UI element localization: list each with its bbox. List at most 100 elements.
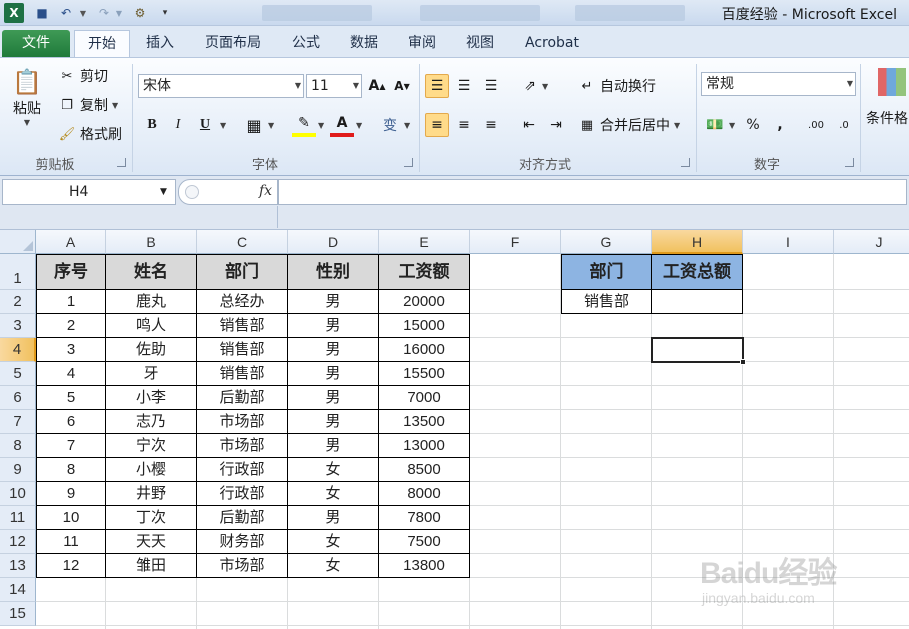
table-cell[interactable]: 鸣人 xyxy=(106,314,197,338)
table-cell[interactable]: 小李 xyxy=(106,386,197,410)
align-right-icon[interactable]: ≡ xyxy=(479,113,503,137)
table-cell[interactable]: 销售部 xyxy=(197,338,288,362)
borders-icon[interactable]: ▦ xyxy=(242,113,266,137)
increase-indent-icon[interactable]: ⇥ xyxy=(544,113,568,137)
table-header-cell[interactable]: 姓名 xyxy=(106,254,197,290)
insert-function-button[interactable]: fx xyxy=(259,183,272,199)
row-header-3[interactable]: 3 xyxy=(0,314,36,338)
table-cell[interactable]: 6 xyxy=(36,410,106,434)
table-cell[interactable]: 4 xyxy=(36,362,106,386)
worksheet-grid[interactable]: ABCDEFGHIJ 1 2 3 4 5 6 7 8 9 10 11 12 13 14 15 序号 姓名 部门性… xyxy=(0,230,909,629)
tab-page-layout[interactable]: 页面布局 xyxy=(196,30,270,57)
row-header-12[interactable]: 12 xyxy=(0,530,36,554)
column-header-i[interactable]: I xyxy=(743,230,834,254)
align-center-icon[interactable]: ≡ xyxy=(452,113,476,137)
undo-icon[interactable]: ↶ xyxy=(56,3,76,23)
column-header-e[interactable]: E xyxy=(379,230,470,254)
row-header-7[interactable]: 7 xyxy=(0,410,36,434)
table-cell[interactable]: 男 xyxy=(288,434,379,458)
phonetic-button[interactable]: 变 xyxy=(378,113,402,137)
paste-button[interactable]: 📋 粘贴 ▼ xyxy=(12,66,42,127)
tab-review[interactable]: 审阅 xyxy=(400,30,444,57)
row-header-8[interactable]: 8 xyxy=(0,434,36,458)
summary-header-cell[interactable]: 工资总额 xyxy=(652,254,743,290)
font-color-dropdown-icon[interactable]: ▼ xyxy=(356,121,362,130)
font-color-button[interactable]: A xyxy=(330,113,354,137)
column-header-d[interactable]: D xyxy=(288,230,379,254)
bold-button[interactable]: B xyxy=(140,113,164,137)
table-cell[interactable]: 丁次 xyxy=(106,506,197,530)
row-header-15[interactable]: 15 xyxy=(0,602,36,626)
table-cell[interactable]: 后勤部 xyxy=(197,506,288,530)
select-all-button[interactable] xyxy=(0,230,36,254)
redo-icon[interactable]: ↷ xyxy=(94,3,114,23)
table-cell[interactable]: 女 xyxy=(288,482,379,506)
column-header-j[interactable]: J xyxy=(834,230,909,254)
cut-button[interactable]: ✂ 剪切 xyxy=(58,66,108,86)
fill-handle[interactable] xyxy=(740,359,746,365)
font-size-combo[interactable]: 11 ▼ xyxy=(306,74,362,98)
align-bottom-icon[interactable]: ☰ xyxy=(479,74,503,98)
tab-acrobat[interactable]: Acrobat xyxy=(516,30,588,57)
phonetic-dropdown-icon[interactable]: ▼ xyxy=(404,121,410,130)
save-icon[interactable]: ■ xyxy=(32,3,52,23)
column-header-a[interactable]: A xyxy=(36,230,106,254)
table-cell[interactable]: 15500 xyxy=(379,362,470,386)
align-top-icon[interactable]: ☰ xyxy=(425,74,449,98)
redo-dropdown-icon[interactable]: ▼ xyxy=(114,3,124,23)
table-cell[interactable]: 2 xyxy=(36,314,106,338)
table-cell[interactable]: 鹿丸 xyxy=(106,290,197,314)
table-cell[interactable]: 牙 xyxy=(106,362,197,386)
table-cell[interactable]: 财务部 xyxy=(197,530,288,554)
cancel-circle-icon[interactable] xyxy=(185,185,199,199)
table-cell[interactable]: 男 xyxy=(288,290,379,314)
table-cell[interactable]: 10 xyxy=(36,506,106,530)
orientation-dropdown-icon[interactable]: ▼ xyxy=(542,82,548,91)
row-header-14[interactable]: 14 xyxy=(0,578,36,602)
currency-icon[interactable]: 💵 xyxy=(703,113,727,137)
undo-dropdown-icon[interactable]: ▼ xyxy=(78,3,88,23)
copy-button[interactable]: ❐ 复制 ▼ xyxy=(58,95,118,115)
row-header-11[interactable]: 11 xyxy=(0,506,36,530)
shrink-font-button[interactable]: A ▼ xyxy=(390,74,414,98)
tab-data[interactable]: 数据 xyxy=(342,30,386,57)
table-cell[interactable]: 总经办 xyxy=(197,290,288,314)
table-cell[interactable]: 8000 xyxy=(379,482,470,506)
table-cell[interactable]: 佐助 xyxy=(106,338,197,362)
conditional-format-icon[interactable] xyxy=(878,68,906,96)
row-header-10[interactable]: 10 xyxy=(0,482,36,506)
tab-view[interactable]: 视图 xyxy=(458,30,502,57)
table-cell[interactable]: 7800 xyxy=(379,506,470,530)
row-header-6[interactable]: 6 xyxy=(0,386,36,410)
merge-center-button[interactable]: ▦ 合并后居中 ▼ xyxy=(578,115,680,135)
summary-dept-cell[interactable]: 销售部 xyxy=(561,290,652,314)
conditional-format-button[interactable]: 条件格 xyxy=(866,108,908,128)
italic-button[interactable]: I xyxy=(166,113,190,137)
alignment-launcher-icon[interactable] xyxy=(681,158,690,167)
clipboard-launcher-icon[interactable] xyxy=(117,158,126,167)
row-header-2[interactable]: 2 xyxy=(0,290,36,314)
column-header-f[interactable]: F xyxy=(470,230,561,254)
table-cell[interactable]: 销售部 xyxy=(197,362,288,386)
number-format-combo[interactable]: 常规 ▼ xyxy=(701,72,856,96)
summary-header-cell[interactable]: 部门 xyxy=(561,254,652,290)
table-cell[interactable]: 市场部 xyxy=(197,554,288,578)
selected-cell-h4[interactable] xyxy=(651,337,744,363)
table-cell[interactable]: 男 xyxy=(288,362,379,386)
percent-button[interactable]: % xyxy=(741,113,765,137)
table-cell[interactable]: 后勤部 xyxy=(197,386,288,410)
table-cell[interactable]: 1 xyxy=(36,290,106,314)
excel-app-icon[interactable]: X xyxy=(4,3,24,23)
column-header-b[interactable]: B xyxy=(106,230,197,254)
grow-font-button[interactable]: A ▲ xyxy=(365,74,389,98)
font-name-combo[interactable]: 宋体 ▼ xyxy=(138,74,304,98)
table-cell[interactable]: 小樱 xyxy=(106,458,197,482)
table-cell[interactable]: 12 xyxy=(36,554,106,578)
summary-total-cell[interactable] xyxy=(652,290,743,314)
align-middle-icon[interactable]: ☰ xyxy=(452,74,476,98)
comma-button[interactable]: , xyxy=(768,113,792,137)
table-cell[interactable]: 5 xyxy=(36,386,106,410)
font-launcher-icon[interactable] xyxy=(404,158,413,167)
borders-dropdown-icon[interactable]: ▼ xyxy=(268,121,274,130)
table-cell[interactable]: 女 xyxy=(288,554,379,578)
